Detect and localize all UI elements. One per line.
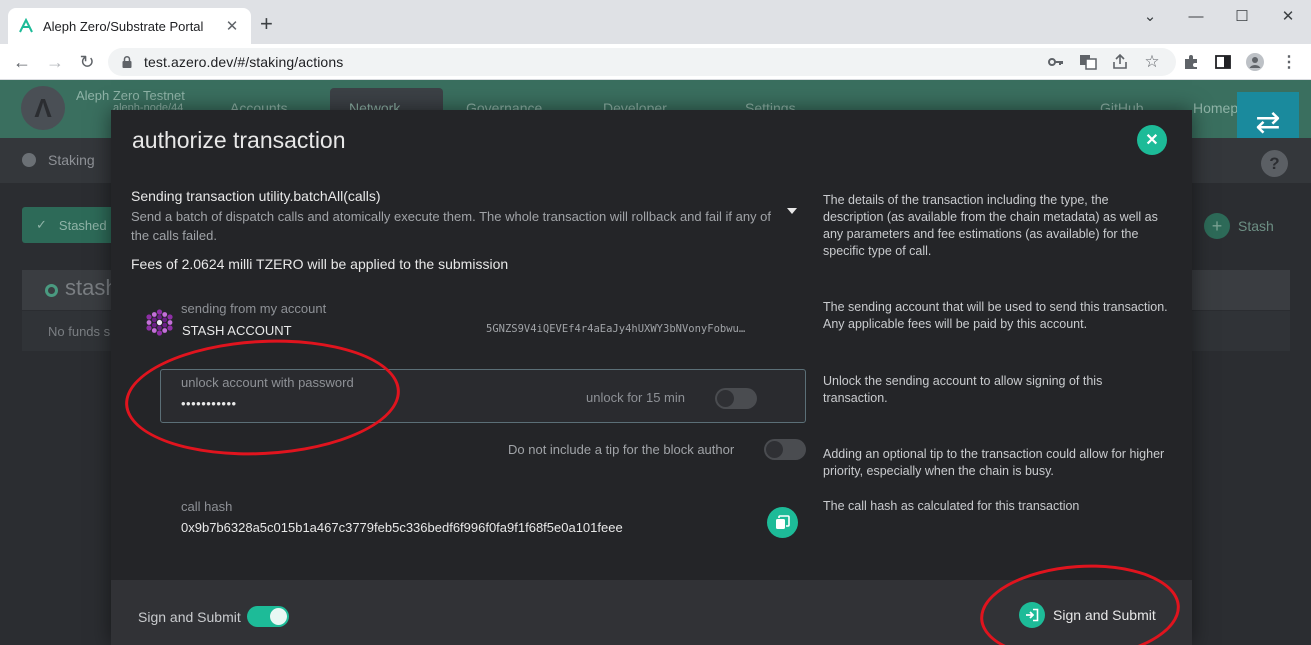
help-sending: The sending account that will be used to… [823,300,1168,331]
close-icon[interactable]: ✕ [1137,125,1167,155]
side-panel-icon[interactable] [1214,53,1232,71]
profile-avatar-icon[interactable] [1246,53,1264,71]
plus-icon: + [1204,213,1230,239]
sign-and-submit-toggle-label: Sign and Submit [138,609,241,625]
authorize-transaction-modal: authorize transaction ✕ Sending transact… [111,110,1192,645]
account-address[interactable]: 5GNZS9V4iQEVEf4r4aEaJy4hUXWY3bNVonyFobwu… [486,323,745,335]
url-text[interactable]: test.azero.dev/#/staking/actions [144,54,343,70]
translate-icon[interactable] [1079,53,1097,71]
aleph-logo-icon[interactable]: Λ [21,86,65,130]
stash-label: Stash [1238,218,1274,234]
aleph-zero-favicon [19,18,33,33]
call-hash-value[interactable]: 0x9b7b6328a5c015b1a467c3779feb5c336bedf6… [181,520,623,535]
browser-toolbar: ← → ↻ test.azero.dev/#/staking/actions ☆… [0,44,1311,80]
stashed-button[interactable]: ✓ Stashed [22,207,122,243]
stashed-label: Stashed [58,217,107,233]
sending-transaction-description: Send a batch of dispatch calls and atomi… [131,209,771,243]
maximize-button[interactable]: ☐ [1219,0,1265,32]
extensions-puzzle-icon[interactable] [1182,53,1200,71]
stash-status-icon [45,284,58,297]
help-details: The details of the transaction including… [823,193,1158,258]
copy-icon[interactable] [767,507,798,538]
staking-title[interactable]: Staking [48,152,95,168]
nofunds-text: No funds s [48,324,111,339]
close-window-button[interactable]: ✕ [1265,0,1311,32]
check-icon: ✓ [36,217,47,232]
help-icon[interactable]: ? [1261,150,1288,177]
account-name[interactable]: STASH ACCOUNT [182,323,292,338]
password-input[interactable]: ••••••••••• [181,396,237,411]
share-icon[interactable] [1111,53,1129,71]
sign-in-icon [1019,602,1045,628]
password-field[interactable]: unlock account with password •••••••••••… [160,369,806,423]
browser-tabstrip: Aleph Zero/Substrate Portal ✕ + ⌄ — ☐ ✕ [0,0,1311,44]
sending-account-label: sending from my account [181,301,327,316]
reload-icon[interactable]: ↻ [76,51,98,73]
bookmark-star-icon[interactable]: ☆ [1143,52,1161,71]
toggle-knob [717,390,734,407]
tab-search-icon[interactable]: ⌄ [1127,0,1173,32]
password-label: unlock account with password [181,375,354,390]
staking-gear-icon [22,153,36,167]
account-identicon[interactable] [146,309,173,336]
help-unlock: Unlock the sending account to allow sign… [823,374,1103,405]
toggle-knob [766,441,783,458]
add-stash-button[interactable]: + Stash [1204,213,1274,239]
help-tip: Adding an optional tip to the transactio… [823,447,1165,478]
modal-footer: Sign and Submit Sign and Submit [111,580,1192,645]
browser-tab[interactable]: Aleph Zero/Substrate Portal ✕ [8,8,251,44]
browser-menu-icon[interactable]: ⋮ [1280,53,1298,71]
forward-arrow-icon[interactable]: → [44,51,66,73]
sign-and-submit-label: Sign and Submit [1053,607,1156,623]
tab-title: Aleph Zero/Substrate Portal [43,18,204,34]
sign-and-submit-button[interactable]: Sign and Submit [1019,600,1156,630]
chain-name[interactable]: Aleph Zero Testnet [76,88,185,103]
lock-icon[interactable] [120,55,134,69]
expand-details-icon[interactable] [787,208,797,214]
no-tip-label: Do not include a tip for the block autho… [508,442,735,457]
address-bar[interactable]: test.azero.dev/#/staking/actions [108,48,1176,76]
sign-and-submit-toggle[interactable] [247,606,289,627]
help-callhash: The call hash as calculated for this tra… [823,499,1080,513]
back-arrow-icon[interactable]: ← [11,51,33,73]
unlock-toggle[interactable] [715,388,757,409]
unlock-duration-label: unlock for 15 min [586,390,685,405]
toggle-knob [270,608,287,625]
stash-panel-title: stash [65,275,118,300]
fees-text: Fees of 2.0624 milli TZERO will be appli… [131,256,509,272]
new-tab-button[interactable]: + [260,13,273,35]
key-icon[interactable] [1047,53,1065,71]
no-tip-toggle[interactable] [764,439,806,460]
minimize-button[interactable]: — [1173,0,1219,32]
call-hash-label: call hash [181,499,233,514]
tab-close-icon[interactable]: ✕ [223,17,241,35]
modal-title: authorize transaction [132,127,346,153]
sending-transaction-title: Sending transaction utility.batchAll(cal… [131,188,381,204]
